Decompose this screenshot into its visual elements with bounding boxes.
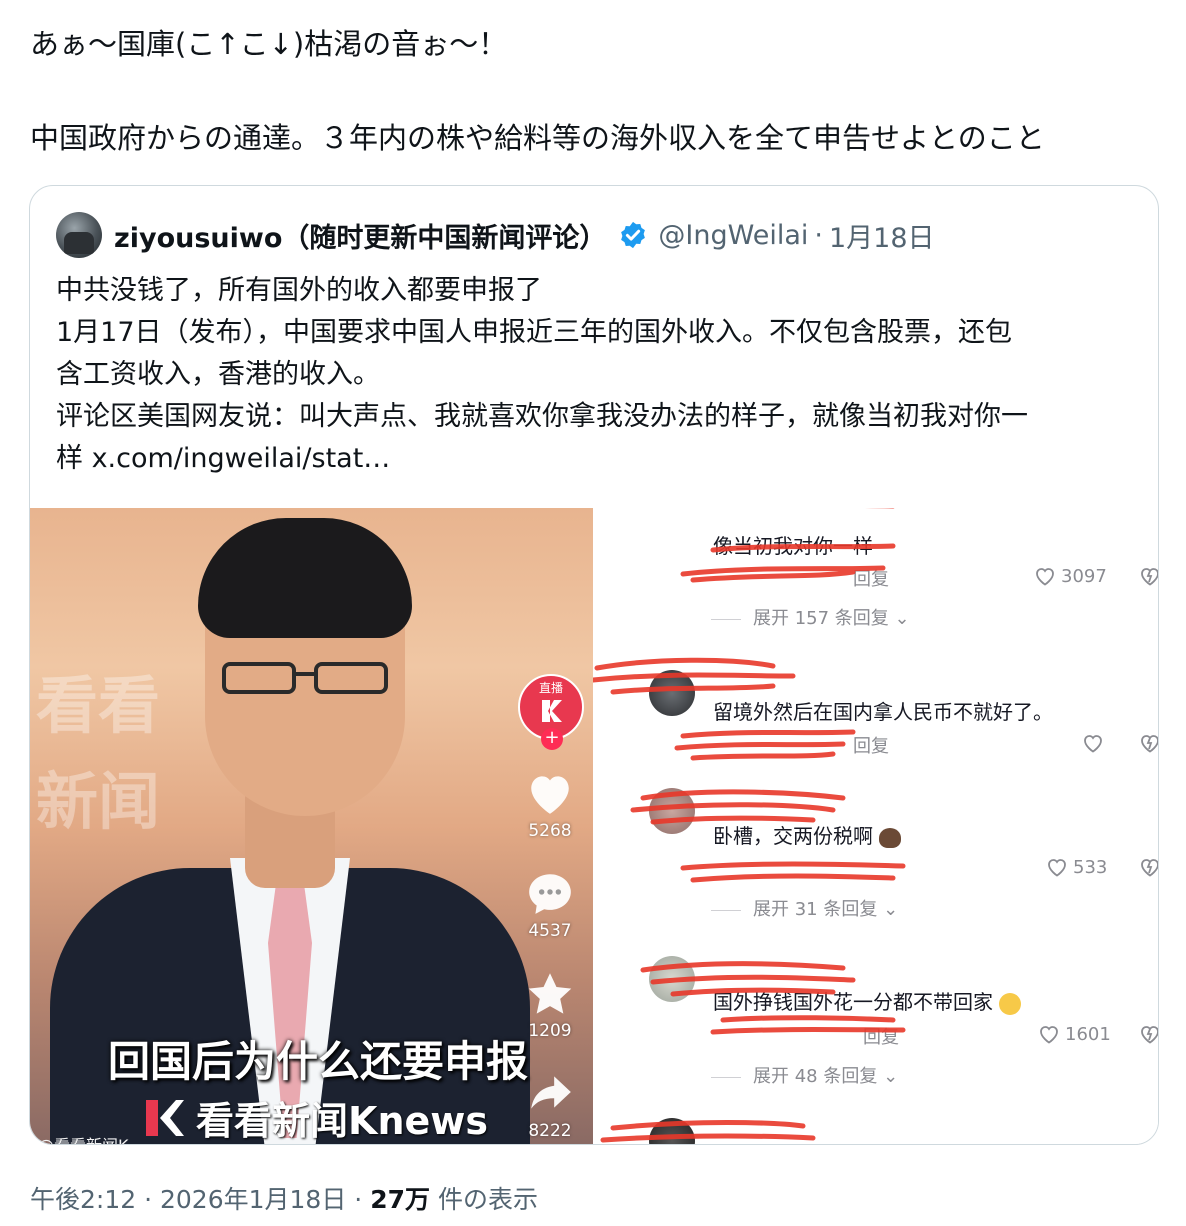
like-button[interactable]: 5268 [520,770,580,841]
quoted-author-name[interactable]: ziyousuiwo（随时更新中国新闻评论） [114,216,606,255]
quoted-tweet-header: ziyousuiwo（随时更新中国新闻评论） @IngWeilai · 1月18… [56,212,935,258]
expand-replies-link[interactable]: 展开 157 条回复 ⌄ [711,604,910,630]
verified-badge-icon [621,221,646,249]
avatar[interactable] [649,670,695,716]
glasses-icon [222,662,388,694]
share-button[interactable]: 8222 [520,1070,580,1141]
star-icon [528,973,572,1014]
quoted-tweet-body: 中共没钱了，所有国外的收入都要申报了 1月17日（发布），中国要求中国人申报近三… [56,270,1136,480]
avatar[interactable] [56,212,102,258]
view-count-label: 件の表示 [437,1185,538,1214]
tweet-footer: 午後2:12 · 2026年1月18日 · 27万 件の表示 [30,1180,538,1216]
comment-like[interactable]: 1601 [1037,1023,1111,1045]
header-separator: · [814,219,823,251]
comment-count: 4537 [528,921,572,941]
reply-link[interactable]: 回复 [853,732,889,758]
heart-outline-icon [1040,1026,1058,1044]
dislike-heart-icon[interactable] [1138,565,1159,587]
footer-separator: · [144,1185,153,1214]
dislike-heart-icon[interactable] [1138,856,1159,878]
heart-icon [531,776,569,814]
avatar[interactable] [649,788,695,834]
reply-link[interactable]: 回复 [863,1023,899,1049]
heart-outline-icon[interactable] [1081,732,1105,754]
dislike-heart-icon[interactable] [1138,732,1159,754]
video-author-handle: @看看新闻K [38,1132,129,1144]
poop-emoji-icon [879,827,902,848]
comment-button[interactable]: 4537 [520,870,580,941]
quoted-author-handle[interactable]: @IngWeilai [658,220,808,251]
quoted-tweet-card[interactable]: ziyousuiwo（随时更新中国新闻评论） @IngWeilai · 1月18… [29,185,1159,1145]
view-count: 27万 [370,1185,430,1214]
comment-like[interactable]: 533 [1045,856,1107,878]
comment-text: 留境外然后在国内拿人民币不就好了。 [713,700,1053,724]
avatar[interactable] [649,956,695,1002]
tweet-line-2: 中国政府からの通達。３年内の株や給料等の海外収入を全て申告せよとのこと [30,121,1045,155]
expand-replies-link[interactable]: 展开 48 条回复 ⌄ [711,1062,898,1088]
background-watermark: 看看 新闻 [36,669,161,838]
favorite-count: 1209 [528,1021,572,1041]
comment-icon [529,874,571,914]
avatar[interactable] [649,1118,695,1144]
quoted-body-line: 1月17日（发布），中国要求中国人申报近三年的国外收入。不仅包含股票，还包 [56,317,1013,348]
comment-text: 像当初我对你一样 [713,534,873,558]
anchor-hair [198,518,412,638]
quoted-body-line: 评论区美国网友说：叫大声点、我就喜欢你拿我没办法的样子，就像当初我对你一 [56,401,1028,432]
quoted-tweet-date[interactable]: 1月18日 [829,216,935,255]
smile-emoji-icon [999,992,1022,1015]
reply-link[interactable]: 回复 [853,565,889,591]
tweet-line-1: あぁ〜国庫(こ↑こ↓)枯渇の音ぉ〜！ [30,27,508,61]
comments-screenshot[interactable]: 像当初我对你一样 回复 3097 展开 157 条回复 ⌄ 留境外然后在国内拿人… [593,508,1159,1144]
quoted-body-line: 中共没钱了，所有国外的收入都要申报了 [56,275,542,306]
quoted-media[interactable]: 看看 新闻 直播 + 5268 4537 1209 8222 回国后为什么还要申… [30,508,1159,1144]
comment-like[interactable]: 3097 [1033,565,1107,587]
knews-logo-icon [542,700,562,722]
favorite-button[interactable]: 1209 [520,970,580,1041]
comment-text: 卧槽，交两份税啊 [713,820,902,849]
channel-logo: 看看新闻Knews [142,1090,488,1144]
live-badge[interactable]: 直播 + [518,674,584,750]
quoted-body-line: 含工资收入，香港的收入。 [56,359,380,390]
video-caption: 回国后为什么还要申报 [108,1037,529,1086]
quoted-body-line: 样 x.com/ingweilai/stat… [56,443,391,474]
share-count: 8222 [528,1121,572,1141]
comment-text: 国外挣钱国外花一分都不带回家 [713,986,1022,1015]
tweet-date[interactable]: 2026年1月18日 [160,1185,346,1214]
footer-separator: · [354,1185,363,1214]
tweet-time[interactable]: 午後2:12 [30,1185,136,1214]
follow-plus-icon[interactable]: + [541,728,563,750]
heart-outline-icon [1048,859,1066,877]
share-arrow-icon [531,1076,571,1109]
video-screenshot[interactable]: 看看 新闻 直播 + 5268 4537 1209 8222 回国后为什么还要申… [30,508,593,1144]
knews-logo-icon [146,1099,184,1136]
heart-outline-icon [1036,568,1054,586]
like-count: 5268 [528,821,572,841]
dislike-heart-icon[interactable] [1138,1023,1159,1045]
expand-replies-link[interactable]: 展开 31 条回复 ⌄ [711,895,898,921]
tweet-text: あぁ〜国庫(こ↑こ↓)枯渇の音ぉ〜！ 中国政府からの通達。３年内の株や給料等の海… [30,22,1150,160]
